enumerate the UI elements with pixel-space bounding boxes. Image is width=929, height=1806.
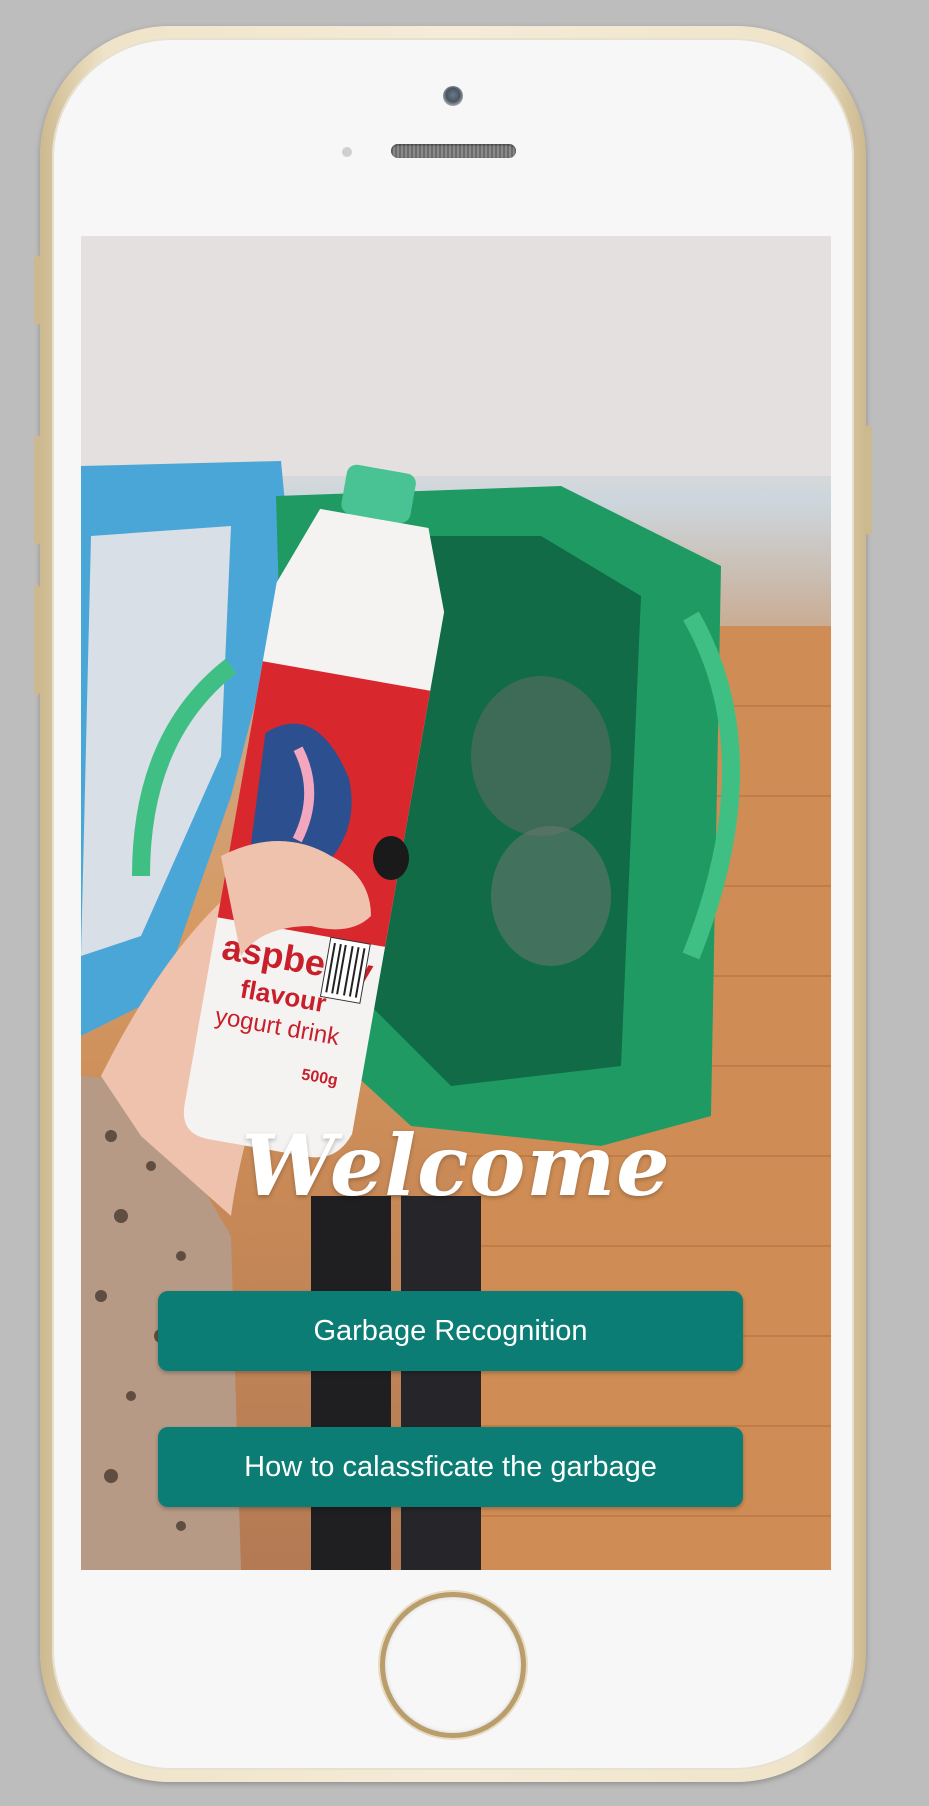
- front-camera-icon: [443, 86, 463, 106]
- earpiece-speaker: [391, 144, 516, 158]
- garbage-classification-guide-button[interactable]: How to calassficate the garbage: [158, 1427, 743, 1507]
- power-button: [866, 425, 872, 535]
- mute-switch: [34, 255, 40, 325]
- app-screen: aspberry flavour yogurt drink 500g Welco…: [81, 236, 831, 1570]
- proximity-sensor: [342, 147, 352, 157]
- home-button[interactable]: [385, 1597, 521, 1733]
- garbage-recognition-button[interactable]: Garbage Recognition: [158, 1291, 743, 1371]
- welcome-title: Welcome: [241, 1116, 671, 1215]
- volume-down-button: [34, 585, 40, 695]
- volume-up-button: [34, 435, 40, 545]
